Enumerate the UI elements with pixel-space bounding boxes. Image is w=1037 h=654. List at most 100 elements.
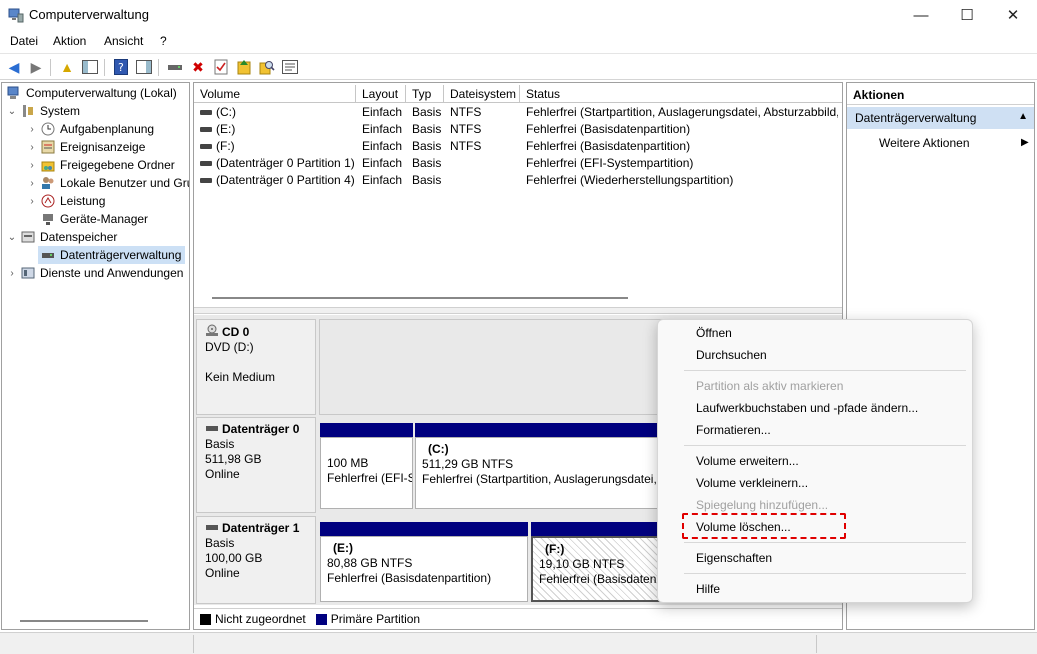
menu-item-add-mirror[interactable]: Spiegelung hinzufügen...	[696, 498, 828, 512]
forward-arrow-icon[interactable]: ▶	[26, 57, 46, 77]
volume-status: Fehlerfrei (Basisdatenpartition)	[526, 122, 691, 136]
delete-icon[interactable]: ✖	[188, 57, 208, 77]
pane-splitter[interactable]	[194, 307, 842, 314]
tree-label: Dienste und Anwendungen	[40, 266, 184, 280]
tree-horizontal-scrollbar[interactable]	[20, 620, 148, 622]
partition-size: 80,88 GB NTFS	[327, 556, 413, 570]
menu-separator	[684, 445, 966, 446]
volume-type: Basis	[412, 173, 442, 187]
connect-drive-icon[interactable]	[165, 57, 185, 77]
volume-name: (C:)	[216, 105, 236, 119]
column-header-volume[interactable]: Volume	[194, 85, 356, 103]
disk-label-cd0[interactable]: CD 0 DVD (D:) Kein Medium	[196, 319, 316, 415]
tree-label: Lokale Benutzer und Gru	[60, 176, 190, 190]
menu-item-help[interactable]: Hilfe	[696, 582, 720, 596]
actions-section-datentraegerverwaltung[interactable]: Datenträgerverwaltung ▲	[847, 107, 1034, 129]
legend-label: Primäre Partition	[330, 612, 421, 626]
tree-item-datentraegerverwaltung[interactable]: Datenträgerverwaltung	[38, 246, 186, 264]
minimize-button[interactable]: —	[898, 0, 944, 30]
tree-item-aufgabenplanung[interactable]: › Aufgabenplanung	[26, 120, 154, 138]
menu-item-mark-active[interactable]: Partition als aktiv markieren	[696, 379, 843, 393]
disk-title: Datenträger 1	[222, 521, 300, 535]
disk-size: 511,98 GB	[205, 452, 262, 466]
column-header-status[interactable]: Status	[520, 85, 842, 103]
disk-icon	[205, 422, 219, 437]
table-row[interactable]: (Datenträger 0 Partition 4) Einfach Basi…	[194, 172, 842, 189]
tree-item-datenspeicher[interactable]: ⌄ Datenspeicher	[6, 228, 118, 246]
submenu-arrow-icon[interactable]: ▶	[1021, 137, 1029, 148]
toolbar-separator	[158, 59, 159, 76]
tree-item-root[interactable]: Computerverwaltung (Lokal)	[4, 84, 177, 102]
table-row[interactable]: (C:) Einfach Basis NTFS Fehlerfrei (Star…	[194, 104, 842, 121]
disk-label-disk0[interactable]: Datenträger 0 Basis 511,98 GB Online	[196, 417, 316, 513]
check-icon[interactable]	[211, 57, 231, 77]
status-divider	[816, 635, 817, 653]
collapse-triangle-icon[interactable]: ▲	[1018, 111, 1028, 122]
disk-type: Basis	[205, 437, 235, 451]
volume-status: Fehlerfrei (Basisdatenpartition)	[526, 139, 691, 153]
collapse-chevron-icon[interactable]: ⌄	[6, 232, 18, 243]
close-button[interactable]: ✕	[990, 0, 1036, 30]
volume-status: Fehlerfrei (EFI-Systempartition)	[526, 156, 694, 170]
table-row[interactable]: (Datenträger 0 Partition 1) Einfach Basi…	[194, 155, 842, 172]
expand-chevron-icon[interactable]: ›	[26, 196, 38, 207]
services-icon	[20, 265, 36, 281]
menu-ansicht[interactable]: Ansicht	[104, 34, 143, 48]
expand-chevron-icon[interactable]: ›	[26, 160, 38, 171]
volume-list-horizontal-scrollbar[interactable]	[212, 297, 628, 299]
tree-item-ereignisanzeige[interactable]: › Ereignisanzeige	[26, 138, 145, 156]
tree-item-leistung[interactable]: › Leistung	[26, 192, 105, 210]
show-hide-tree-icon[interactable]	[80, 57, 100, 77]
volume-status: Fehlerfrei (Wiederherstellungspartition)	[526, 173, 734, 187]
search-icon[interactable]	[257, 57, 277, 77]
up-folder-icon[interactable]: ▲	[57, 57, 77, 77]
menu-item-properties[interactable]: Eigenschaften	[696, 551, 772, 565]
help-icon[interactable]: ?	[111, 57, 131, 77]
tree-item-lokale-benutzer[interactable]: › Lokale Benutzer und Gru	[26, 174, 190, 192]
partition-efi[interactable]: 100 MB Fehlerfrei (EFI-S	[320, 437, 413, 509]
menu-item-browse[interactable]: Durchsuchen	[696, 348, 767, 362]
disk-state: Online	[205, 566, 240, 580]
tree-item-dienste[interactable]: › Dienste und Anwendungen	[6, 264, 183, 282]
properties-icon[interactable]	[280, 57, 300, 77]
actions-header: Aktionen	[847, 85, 1034, 105]
menu-separator	[684, 370, 966, 371]
volume-layout: Einfach	[362, 139, 403, 153]
menu-aktion[interactable]: Aktion	[53, 34, 86, 48]
partition-size: 100 MB	[327, 456, 369, 470]
menu-item-extend-volume[interactable]: Volume erweitern...	[696, 454, 799, 468]
table-row[interactable]: (F:) Einfach Basis NTFS Fehlerfrei (Basi…	[194, 138, 842, 155]
partition-name: (E:)	[333, 541, 353, 555]
expand-chevron-icon[interactable]: ›	[26, 178, 38, 189]
tree-item-system[interactable]: ⌄ System	[6, 102, 80, 120]
export-icon[interactable]	[234, 57, 254, 77]
toolbar: ◀ ▶ ▲ ? ✖	[0, 53, 1037, 80]
disk-label-disk1[interactable]: Datenträger 1 Basis 100,00 GB Online	[196, 516, 316, 604]
expand-chevron-icon[interactable]: ›	[6, 268, 18, 279]
tree-item-geraete-manager[interactable]: Geräte-Manager	[38, 210, 148, 228]
column-header-typ[interactable]: Typ	[406, 85, 444, 103]
menu-item-format[interactable]: Formatieren...	[696, 423, 771, 437]
menu-item-shrink-volume[interactable]: Volume verkleinern...	[696, 476, 808, 490]
expand-chevron-icon[interactable]: ›	[26, 124, 38, 135]
tree-label: Leistung	[60, 194, 106, 208]
table-row[interactable]: (E:) Einfach Basis NTFS Fehlerfrei (Basi…	[194, 121, 842, 138]
show-hide-action-pane-icon[interactable]	[134, 57, 154, 77]
menu-help[interactable]: ?	[160, 34, 167, 48]
maximize-button[interactable]: ☐	[944, 0, 990, 30]
tree-label: Freigegebene Ordner	[60, 158, 175, 172]
menu-item-change-drive-letter[interactable]: Laufwerkbuchstaben und -pfade ändern...	[696, 401, 918, 415]
menu-item-open[interactable]: Öffnen	[696, 326, 732, 340]
toolbar-separator	[104, 59, 105, 76]
volume-icon	[200, 161, 212, 166]
partition-e[interactable]: (E:) 80,88 GB NTFS Fehlerfrei (Basisdate…	[320, 536, 528, 602]
column-header-layout[interactable]: Layout	[356, 85, 406, 103]
column-header-dateisystem[interactable]: Dateisystem	[444, 85, 520, 103]
volume-layout: Einfach	[362, 122, 403, 136]
collapse-chevron-icon[interactable]: ⌄	[6, 106, 18, 117]
tree-item-freigegebene-ordner[interactable]: › Freigegebene Ordner	[26, 156, 175, 174]
menu-datei[interactable]: Datei	[10, 34, 38, 48]
more-actions[interactable]: Weitere Aktionen	[879, 136, 970, 150]
expand-chevron-icon[interactable]: ›	[26, 142, 38, 153]
back-arrow-icon[interactable]: ◀	[4, 57, 24, 77]
